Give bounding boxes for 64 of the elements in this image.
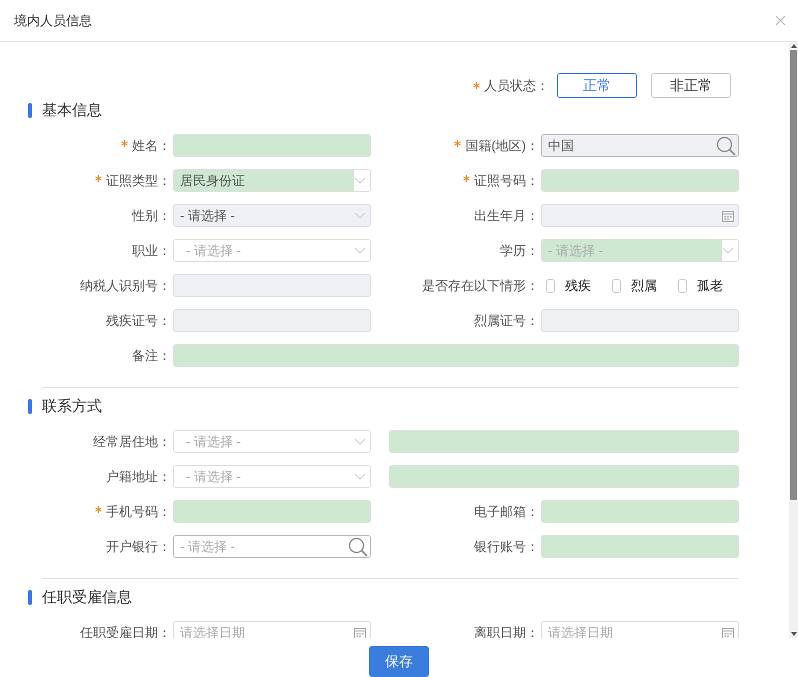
date-field[interactable]: 请选择日期	[541, 621, 739, 638]
status-option-button[interactable]: 非正常	[651, 73, 731, 98]
search-icon[interactable]	[348, 536, 368, 556]
field-label: 出生年月：	[474, 206, 539, 224]
calendar-icon[interactable]	[722, 626, 734, 638]
select-field[interactable]: 居民身份证	[173, 169, 371, 192]
calendar-icon[interactable]	[354, 626, 366, 638]
section-marker	[28, 398, 32, 414]
search-field[interactable]: - 请选择 -	[173, 535, 371, 558]
field-label: 开户银行：	[106, 538, 171, 556]
field-label: 职业：	[132, 242, 171, 260]
chevron-down-icon	[354, 177, 366, 184]
checkbox-label: 孤老	[697, 276, 723, 294]
field-label: 手机号码：	[106, 502, 171, 520]
select-field[interactable]: - 请选择 -	[173, 239, 371, 262]
status-label: 人员状态：	[484, 76, 549, 94]
chevron-down-icon	[354, 473, 366, 480]
status-option-button[interactable]: 正常	[557, 73, 637, 98]
text-field[interactable]	[541, 535, 739, 558]
field-label: 是否存在以下情形：	[422, 276, 539, 294]
checkbox-label: 残疾	[565, 276, 591, 294]
section-title: 联系方式	[42, 396, 102, 416]
window-title: 境内人员信息	[14, 12, 92, 30]
field-label: 银行账号：	[474, 538, 539, 556]
field-label: 备注：	[132, 346, 171, 364]
field-label: 户籍地址：	[106, 468, 171, 486]
chevron-down-icon	[354, 438, 366, 445]
text-field[interactable]	[173, 344, 739, 367]
scroll-down-icon[interactable]	[790, 630, 798, 638]
text-field[interactable]	[541, 169, 739, 192]
field-label: 学历：	[500, 242, 539, 260]
checkbox[interactable]	[678, 278, 687, 292]
field-label: 证照类型：	[106, 172, 171, 190]
chevron-down-icon	[354, 247, 366, 254]
select-field[interactable]: - 请选择 -	[173, 430, 371, 453]
text-field[interactable]	[173, 134, 371, 157]
section-title: 任职受雇信息	[42, 588, 132, 606]
section-title: 基本信息	[42, 100, 102, 120]
text-field[interactable]	[389, 430, 739, 453]
field-label: 残疾证号：	[106, 312, 171, 330]
section-marker	[28, 102, 32, 118]
save-button[interactable]: 保存	[369, 646, 429, 677]
field-label: 经常居住地：	[93, 432, 171, 450]
date-field[interactable]: 请选择日期	[173, 621, 371, 638]
chevron-down-icon	[722, 247, 734, 254]
chevron-down-icon	[354, 212, 366, 219]
text-field[interactable]	[173, 500, 371, 523]
field-label: 证照号码：	[474, 172, 539, 190]
section-marker	[28, 590, 32, 604]
field-label: 国籍(地区)：	[465, 136, 539, 154]
scrollbar-thumb[interactable]	[790, 50, 797, 500]
field-label: 纳税人识别号：	[80, 276, 171, 294]
select-field[interactable]: - 请选择 -	[173, 465, 371, 488]
text-field[interactable]	[389, 465, 739, 488]
field-label: 姓名：	[132, 136, 171, 154]
checkbox-label: 烈属	[631, 276, 657, 294]
field-label: 烈属证号：	[474, 312, 539, 330]
checkbox[interactable]	[612, 278, 621, 292]
text-field[interactable]	[541, 500, 739, 523]
field-label: 性别：	[132, 206, 171, 224]
close-icon[interactable]	[775, 15, 786, 26]
field-label: 电子邮箱：	[474, 502, 539, 520]
select-field[interactable]: - 请选择 -	[541, 239, 739, 262]
checkbox[interactable]	[546, 278, 555, 292]
